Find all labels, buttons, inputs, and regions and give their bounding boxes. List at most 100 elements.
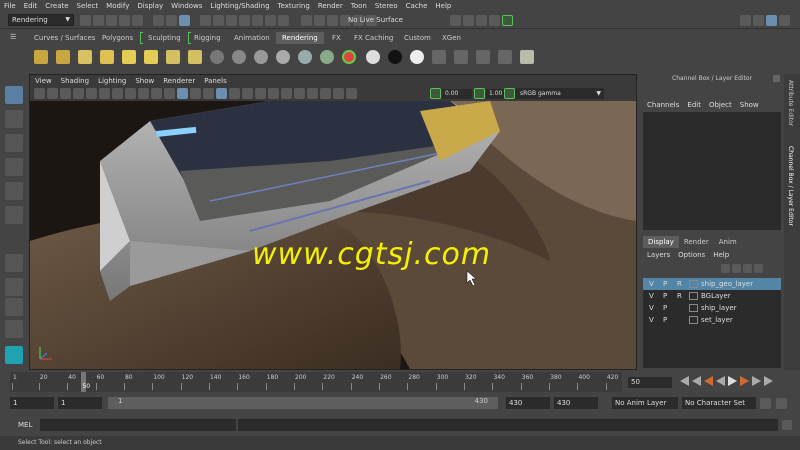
lambert-ball-icon[interactable] — [210, 50, 224, 64]
multisample-aa-icon[interactable] — [281, 88, 292, 99]
menu-texturing[interactable]: Texturing — [278, 0, 310, 12]
layers-menu[interactable]: Layers — [647, 251, 670, 259]
menu-edit[interactable]: Edit — [24, 0, 38, 12]
tab-render[interactable]: Render — [679, 236, 714, 248]
tab-rigging[interactable]: Rigging — [188, 32, 227, 44]
play-backwards-icon[interactable] — [716, 376, 725, 386]
edit-menu[interactable]: Edit — [687, 98, 701, 112]
camera-icon[interactable] — [34, 50, 48, 64]
select-object-icon[interactable] — [166, 15, 177, 26]
tab-xgen[interactable]: XGen — [436, 32, 467, 44]
color-management-icon[interactable] — [504, 88, 515, 99]
volume-light-icon[interactable] — [188, 50, 202, 64]
tab-fx[interactable]: FX — [326, 32, 347, 44]
depth-of-field-icon[interactable] — [294, 88, 305, 99]
help-menu[interactable]: Help — [713, 251, 729, 259]
use-background-icon[interactable] — [388, 50, 402, 64]
undo-icon[interactable] — [119, 15, 130, 26]
field-chart-icon[interactable] — [138, 88, 149, 99]
go-to-end-icon[interactable] — [764, 376, 773, 386]
step-back-key-icon[interactable] — [704, 376, 713, 386]
render-settings-icon[interactable] — [489, 15, 500, 26]
mask-icon-3[interactable] — [226, 15, 237, 26]
ipr-shelf-icon[interactable] — [454, 50, 468, 64]
outliner-layout-icon[interactable] — [5, 320, 23, 338]
menu-file[interactable]: File — [4, 0, 16, 12]
playback-start-field[interactable]: 1 — [58, 397, 102, 409]
show-menu[interactable]: Show — [740, 98, 759, 112]
new-empty-layer-icon[interactable] — [743, 264, 752, 273]
menu-render[interactable]: Render — [318, 0, 343, 12]
ambient-light-icon[interactable] — [78, 50, 92, 64]
playback-end-field[interactable]: 430 — [506, 397, 550, 409]
menu-select[interactable]: Select — [77, 0, 99, 12]
tab-curves-surfaces[interactable]: Curves / Surfaces — [28, 32, 101, 44]
render-view-icon[interactable] — [450, 15, 461, 26]
mask-icon-5[interactable] — [252, 15, 263, 26]
auto-key-icon[interactable] — [760, 398, 771, 409]
exposure-toggle-icon[interactable] — [430, 88, 441, 99]
layered-shader-icon[interactable] — [342, 50, 356, 64]
shadows-icon[interactable] — [242, 88, 253, 99]
mask-icon-1[interactable] — [200, 15, 211, 26]
object-menu[interactable]: Object — [709, 98, 732, 112]
camera-aim-icon[interactable] — [56, 50, 70, 64]
preferences-icon[interactable] — [776, 398, 787, 409]
camera-attributes-icon[interactable] — [47, 88, 58, 99]
render-frame-shelf-icon[interactable] — [432, 50, 446, 64]
layer-color-swatch[interactable] — [689, 292, 698, 300]
exposure-field[interactable]: 0.00 — [442, 89, 472, 99]
options-menu[interactable]: Options — [678, 251, 705, 259]
tab-polygons[interactable]: Polygons — [96, 32, 139, 44]
point-light-icon[interactable] — [122, 50, 136, 64]
xray-components-icon[interactable] — [346, 88, 357, 99]
channel-box-tab[interactable]: Channel Box / Layer Editor — [787, 146, 794, 226]
blinn-ball-icon[interactable] — [232, 50, 246, 64]
mel-input[interactable] — [40, 419, 236, 431]
attribute-editor-tab[interactable]: Attribute Editor — [787, 80, 794, 126]
lasso-tool-icon[interactable] — [5, 110, 23, 128]
gamma-toggle-icon[interactable] — [474, 88, 485, 99]
panel-menu-view[interactable]: View — [35, 75, 52, 87]
menu-lighting-shading[interactable]: Lighting/Shading — [210, 0, 269, 12]
menu-cache[interactable]: Cache — [406, 0, 428, 12]
colorspace-select[interactable]: sRGB gamma ▼ — [516, 88, 604, 99]
select-tool-icon[interactable] — [5, 86, 23, 104]
redo-icon[interactable] — [132, 15, 143, 26]
current-frame-field[interactable]: 50 — [628, 377, 672, 388]
mask-icon-2[interactable] — [213, 15, 224, 26]
film-gate-icon[interactable] — [99, 88, 110, 99]
step-back-icon[interactable] — [692, 376, 701, 386]
tab-fx-caching[interactable]: FX Caching — [348, 32, 399, 44]
menu-windows[interactable]: Windows — [171, 0, 202, 12]
layout-icon-3[interactable] — [766, 15, 777, 26]
menu-stereo[interactable]: Stereo — [375, 0, 398, 12]
anim-layer-select[interactable]: No Anim Layer — [612, 397, 678, 409]
select-camera-icon[interactable] — [34, 88, 45, 99]
gate-mask-icon[interactable] — [125, 88, 136, 99]
viewport-3d[interactable]: www.cgtsj.com shotCam — [30, 101, 636, 369]
smooth-shade-icon[interactable] — [190, 88, 201, 99]
layout-icon-4[interactable] — [779, 15, 790, 26]
live-surface-label[interactable]: No Live Surface — [348, 15, 403, 26]
tab-custom[interactable]: Custom — [398, 32, 437, 44]
hypershade-icon[interactable] — [502, 15, 513, 26]
resolution-gate-icon[interactable] — [112, 88, 123, 99]
menu-create[interactable]: Create — [45, 0, 68, 12]
xray-joints-icon[interactable] — [333, 88, 344, 99]
tab-anim[interactable]: Anim — [714, 236, 742, 248]
batch-render-icon[interactable] — [476, 50, 490, 64]
surface-shader-icon[interactable] — [366, 50, 380, 64]
animation-start-field[interactable]: 1 — [10, 397, 54, 409]
single-perspective-layout-icon[interactable] — [5, 254, 23, 272]
save-scene-icon[interactable] — [106, 15, 117, 26]
layer-color-swatch[interactable] — [689, 280, 698, 288]
select-hierarchy-icon[interactable] — [153, 15, 164, 26]
move-layer-up-icon[interactable] — [721, 264, 730, 273]
ambient-occlusion-icon[interactable] — [255, 88, 266, 99]
snap-curve-icon[interactable] — [314, 15, 325, 26]
wireframe-icon[interactable] — [177, 88, 188, 99]
shelf-menu-icon[interactable]: ☰ — [10, 33, 16, 41]
paint-select-icon[interactable] — [5, 134, 23, 152]
render-frame-icon[interactable] — [463, 15, 474, 26]
